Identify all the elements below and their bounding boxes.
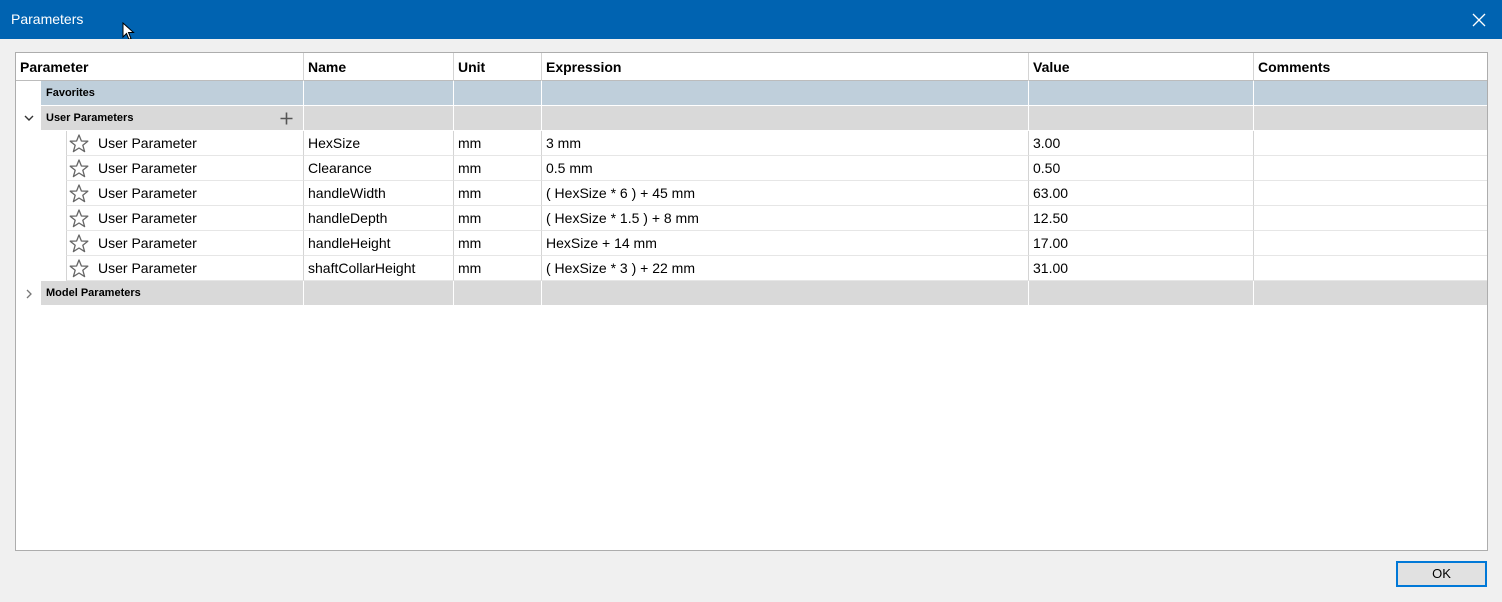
table-row[interactable]: User Parameter Clearance mm 0.5 mm 0.50	[16, 156, 1487, 181]
table-row[interactable]: User Parameter HexSize mm 3 mm 3.00	[16, 131, 1487, 156]
cell-name[interactable]: HexSize	[304, 131, 454, 156]
dialog-body: Parameter Name Unit Expression Value Com…	[1, 39, 1501, 601]
cell-unit[interactable]: mm	[454, 131, 542, 156]
cell-name[interactable]: handleDepth	[304, 206, 454, 231]
cell-value[interactable]: 17.00	[1029, 231, 1254, 256]
user-parameters-group-row[interactable]: User Parameters	[16, 106, 1487, 131]
cell-comments[interactable]	[1254, 231, 1487, 256]
parameters-table[interactable]: Parameter Name Unit Expression Value Com…	[15, 52, 1488, 551]
model-parameters-label: Model Parameters	[46, 287, 141, 299]
cell-value[interactable]: 12.50	[1029, 206, 1254, 231]
table-row[interactable]: User Parameter handleDepth mm( HexSize * 1…	[16, 206, 1487, 231]
cell-expression[interactable]: HexSize + 14 mm	[542, 231, 1029, 256]
model-parameters-group-row[interactable]: Model Parameters	[16, 281, 1487, 306]
close-button[interactable]	[1456, 0, 1502, 39]
cell-name[interactable]: handleWidth	[304, 181, 454, 206]
cell-expression[interactable]: 3 mm	[542, 131, 1029, 156]
parameter-label: User Parameter	[98, 135, 197, 151]
table-row[interactable]: User Parameter shaftCollarHeight mm( HexSi…	[16, 256, 1487, 281]
cell-name[interactable]: handleHeight	[304, 231, 454, 256]
column-header-parameter[interactable]: Parameter	[16, 53, 304, 81]
cell-parameter: User Parameter	[66, 181, 304, 206]
window-title: Parameters	[11, 11, 84, 27]
chevron-down-icon	[24, 115, 34, 121]
cell-unit[interactable]: mm	[454, 256, 542, 281]
cell-unit[interactable]: mm	[454, 156, 542, 181]
expand-toggle[interactable]	[22, 281, 36, 306]
parameter-label: User Parameter	[98, 260, 197, 276]
cell-value[interactable]: 0.50	[1029, 156, 1254, 181]
star-icon[interactable]	[69, 134, 89, 153]
close-icon	[1472, 13, 1486, 26]
cell-value[interactable]: 3.00	[1029, 131, 1254, 156]
parameter-label: User Parameter	[98, 160, 197, 176]
cell-value[interactable]: 63.00	[1029, 181, 1254, 206]
cell-name[interactable]: Clearance	[304, 156, 454, 181]
favorites-label: Favorites	[46, 87, 95, 99]
cell-unit[interactable]: mm	[454, 181, 542, 206]
cell-comments[interactable]	[1254, 256, 1487, 281]
cell-comments[interactable]	[1254, 181, 1487, 206]
parameter-label: User Parameter	[98, 235, 197, 251]
star-icon[interactable]	[69, 259, 89, 278]
cell-value[interactable]: 31.00	[1029, 256, 1254, 281]
cell-unit[interactable]: mm	[454, 231, 542, 256]
star-icon[interactable]	[69, 209, 89, 228]
cell-parameter: User Parameter	[66, 206, 304, 231]
star-icon[interactable]	[69, 234, 89, 253]
ok-button[interactable]: OK	[1396, 561, 1487, 587]
table-row[interactable]: User Parameter handleHeight mm HexSize + 14…	[16, 231, 1487, 256]
cell-expression[interactable]: ( HexSize * 6 ) + 45 mm	[542, 181, 1029, 206]
table-row[interactable]: User Parameter handleWidth mm( HexSize * 6…	[16, 181, 1487, 206]
column-header-expression[interactable]: Expression	[542, 53, 1029, 81]
cell-expression[interactable]: ( HexSize * 3 ) + 22 mm	[542, 256, 1029, 281]
cell-parameter: User Parameter	[66, 156, 304, 181]
star-icon[interactable]	[69, 184, 89, 203]
plus-icon[interactable]	[280, 112, 293, 125]
parameter-label: User Parameter	[98, 210, 197, 226]
column-header-name[interactable]: Name	[304, 53, 454, 81]
cell-parameter: User Parameter	[66, 256, 304, 281]
expand-toggle[interactable]	[22, 106, 36, 131]
cell-unit[interactable]: mm	[454, 206, 542, 231]
cell-expression[interactable]: 0.5 mm	[542, 156, 1029, 181]
column-header-unit[interactable]: Unit	[454, 53, 542, 81]
chevron-right-icon	[26, 289, 32, 298]
cell-comments[interactable]	[1254, 131, 1487, 156]
favorites-group-row[interactable]: Favorites	[16, 81, 1487, 106]
title-bar: Parameters	[0, 0, 1502, 39]
cell-expression[interactable]: ( HexSize * 1.5 ) + 8 mm	[542, 206, 1029, 231]
cell-parameter: User Parameter	[66, 231, 304, 256]
parameter-label: User Parameter	[98, 185, 197, 201]
column-header-comments[interactable]: Comments	[1254, 53, 1487, 81]
cell-name[interactable]: shaftCollarHeight	[304, 256, 454, 281]
column-header-value[interactable]: Value	[1029, 53, 1254, 81]
star-icon[interactable]	[69, 159, 89, 178]
user-parameters-label: User Parameters	[46, 112, 134, 124]
table-header: Parameter Name Unit Expression Value Com…	[16, 53, 1487, 81]
cell-comments[interactable]	[1254, 156, 1487, 181]
cell-parameter: User Parameter	[66, 131, 304, 156]
cell-comments[interactable]	[1254, 206, 1487, 231]
